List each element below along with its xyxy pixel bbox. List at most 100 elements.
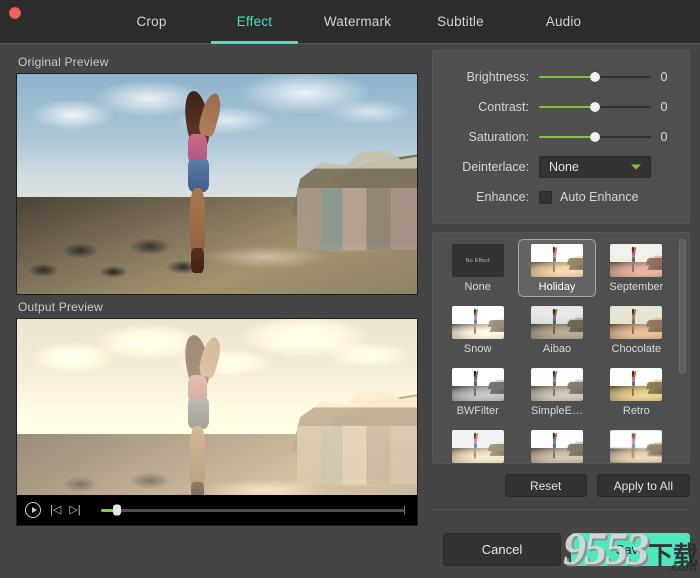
tab-watermark[interactable]: Watermark — [306, 0, 409, 44]
contrast-label: Contrast: — [478, 100, 529, 114]
tab-effect-label: Effect — [236, 14, 273, 29]
contrast-slider[interactable] — [539, 100, 651, 114]
brightness-thumb[interactable] — [590, 72, 600, 82]
preview-column: Original Preview Output Preview |◁ ▷| — [0, 44, 432, 578]
adjustments-panel: Brightness: 0 Contrast: 0 Saturation: 0 … — [432, 50, 690, 224]
effects-panel: No Effect None Holiday September Snow Ai… — [432, 232, 690, 464]
contrast-track[interactable] — [539, 102, 651, 112]
contrast-fill — [539, 105, 595, 109]
reset-button[interactable]: Reset — [504, 474, 587, 497]
effect-item-snow[interactable]: Snow — [439, 301, 516, 359]
enhance-row: Enhance: Auto Enhance — [445, 183, 677, 211]
enhance-label: Enhance: — [476, 190, 529, 204]
effect-action-buttons: Reset Apply to All — [432, 464, 690, 497]
tab-watermark-label: Watermark — [323, 14, 392, 29]
tab-audio[interactable]: Audio — [512, 0, 615, 44]
effect-item-none[interactable]: No Effect None — [439, 239, 516, 297]
effect-label-chocolate: Chocolate — [611, 343, 662, 355]
effect-thumb-simpleeffect[interactable] — [530, 368, 583, 401]
effect-item-glow[interactable]: Glow — [439, 425, 516, 463]
effect-item-holiday[interactable]: Holiday — [518, 239, 596, 297]
cancel-button[interactable]: Cancel — [443, 532, 561, 566]
effect-thumb-chocolate[interactable] — [610, 306, 663, 339]
saturation-slider[interactable] — [539, 130, 651, 144]
saturation-fill — [539, 135, 595, 139]
effect-thumb-aibao[interactable] — [530, 306, 583, 339]
playback-progress-bar[interactable] — [100, 503, 405, 517]
effect-thumb-glow[interactable] — [451, 430, 504, 463]
effect-thumb-none-text: No Effect — [465, 257, 490, 264]
effect-item-aibao[interactable]: Aibao — [518, 301, 595, 359]
effect-label-simpleeffect: SimpleE… — [531, 405, 583, 417]
tab-bar: Crop Effect Watermark Subtitle Audio — [100, 0, 615, 44]
effect-item-bwfilter[interactable]: BWFilter — [439, 363, 516, 421]
effect-label-snow: Snow — [463, 343, 492, 355]
original-preview-image — [17, 74, 417, 294]
original-preview-label: Original Preview — [18, 55, 109, 69]
effect-label-bwfilter: BWFilter — [456, 405, 499, 417]
save-button[interactable]: Save — [571, 532, 690, 566]
effect-label-aibao: Aibao — [542, 343, 572, 355]
brightness-slider[interactable] — [539, 70, 651, 84]
tab-crop[interactable]: Crop — [100, 0, 203, 44]
deinterlace-label: Deinterlace: — [462, 160, 529, 174]
saturation-label: Saturation: — [468, 130, 529, 144]
effect-item-raindrop[interactable]: RainDrop — [518, 425, 595, 463]
apply-to-all-button[interactable]: Apply to All — [596, 474, 690, 497]
effect-thumb-september[interactable] — [610, 244, 663, 277]
deinterlace-select[interactable]: None — [539, 156, 651, 178]
output-preview-label: Output Preview — [18, 300, 103, 314]
auto-enhance-control[interactable]: Auto Enhance — [539, 184, 639, 210]
deinterlace-value: None — [549, 160, 579, 174]
person-figure — [169, 87, 233, 281]
skip-previous-icon[interactable]: |◁ — [50, 504, 61, 516]
effect-thumb-snow[interactable] — [451, 306, 504, 339]
effect-item-chocolate[interactable]: Chocolate — [598, 301, 675, 359]
close-icon[interactable] — [9, 7, 21, 19]
contrast-thumb[interactable] — [590, 102, 600, 112]
progress-thumb[interactable] — [113, 504, 122, 516]
saturation-track[interactable] — [539, 132, 651, 142]
effects-scrollbar-thumb[interactable] — [679, 239, 686, 375]
footer-divider — [432, 509, 690, 510]
effect-item-retro[interactable]: Retro — [598, 363, 675, 421]
output-preview: |◁ ▷| — [16, 318, 418, 526]
effect-label-holiday: Holiday — [538, 281, 576, 293]
contrast-row: Contrast: 0 — [445, 93, 677, 121]
progress-track[interactable] — [100, 504, 405, 516]
effects-scrollbar[interactable] — [679, 239, 686, 457]
saturation-value: 0 — [660, 130, 668, 144]
effect-thumb-holiday[interactable] — [530, 244, 583, 277]
deinterlace-row: Deinterlace: None — [445, 153, 677, 181]
effect-item-september[interactable]: September — [598, 239, 675, 297]
graffiti-wall-layer — [297, 188, 417, 250]
tab-crop-label: Crop — [136, 14, 167, 29]
brightness-row: Brightness: 0 — [445, 63, 677, 91]
effect-thumb-bwfilter[interactable] — [451, 368, 504, 401]
effect-item-simpleeffect[interactable]: SimpleE… — [518, 363, 595, 421]
tab-subtitle-label: Subtitle — [437, 14, 484, 29]
chevron-down-icon[interactable] — [631, 164, 641, 170]
brightness-value: 0 — [660, 70, 668, 84]
progress-end-marker — [403, 505, 405, 515]
brightness-fill — [539, 75, 595, 79]
brightness-label: Brightness: — [466, 70, 529, 84]
skip-next-icon[interactable]: ▷| — [69, 504, 80, 516]
window-body: Original Preview Output Preview |◁ ▷| Br… — [0, 44, 700, 578]
effect-label-september: September — [609, 281, 664, 293]
title-bar: Crop Effect Watermark Subtitle Audio — [0, 0, 700, 44]
auto-enhance-label: Auto Enhance — [560, 190, 639, 204]
effect-thumb-none[interactable]: No Effect — [451, 244, 504, 277]
brightness-track[interactable] — [539, 72, 651, 82]
effect-thumb-raindrop[interactable] — [530, 430, 583, 463]
play-circle-icon[interactable] — [25, 502, 41, 518]
tab-subtitle[interactable]: Subtitle — [409, 0, 512, 44]
tab-effect[interactable]: Effect — [203, 0, 306, 44]
controls-column: Brightness: 0 Contrast: 0 Saturation: 0 … — [432, 44, 700, 578]
video-effect-window: Crop Effect Watermark Subtitle Audio Ori… — [0, 0, 700, 578]
effect-thumb-retro[interactable] — [610, 368, 663, 401]
auto-enhance-checkbox[interactable] — [539, 190, 552, 204]
saturation-thumb[interactable] — [590, 132, 600, 142]
effect-item-fuzzyimg[interactable]: FuzzyImg — [598, 425, 675, 463]
effect-thumb-fuzzyimg[interactable] — [610, 430, 663, 463]
